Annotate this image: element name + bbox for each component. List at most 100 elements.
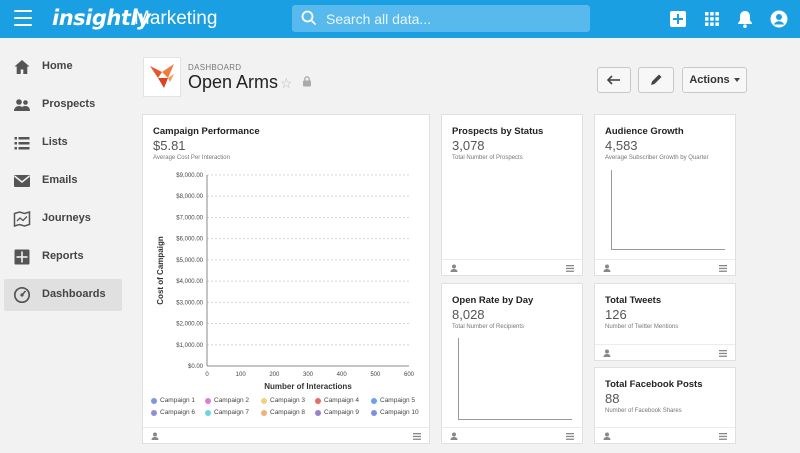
search-box <box>292 5 590 32</box>
actions-button[interactable]: Actions <box>682 67 747 93</box>
legend-dot <box>371 397 377 404</box>
card-footer <box>595 344 735 360</box>
legend-label: Campaign 1 <box>160 397 196 404</box>
back-button[interactable] <box>597 67 631 93</box>
list-icon[interactable] <box>719 350 727 357</box>
user-icon[interactable] <box>603 349 611 357</box>
sidebar-item-dashboards[interactable]: Dashboards <box>4 279 122 311</box>
sidebar-item-reports[interactable]: Reports <box>4 241 122 273</box>
card-footer <box>595 427 735 443</box>
apps-grid-icon[interactable] <box>702 9 722 29</box>
legend-dot <box>151 397 157 404</box>
add-icon[interactable] <box>668 9 688 29</box>
legend-label: Campaign 8 <box>270 409 306 416</box>
y-tick-label: $2,000.00 <box>176 322 203 328</box>
notification-bell-icon[interactable] <box>735 9 755 29</box>
x-tick-label: 300 <box>303 372 314 378</box>
list-icon[interactable] <box>566 265 574 272</box>
legend-item[interactable]: Campaign 6 <box>151 409 195 416</box>
legend-dot <box>261 397 267 404</box>
card-subtitle: Number of Facebook Shares <box>605 408 682 414</box>
card-value: 8,028 <box>452 307 485 322</box>
user-icon[interactable] <box>151 432 159 440</box>
sidebar: Home Prospects Lists Emails Journeys Rep… <box>0 38 130 453</box>
sidebar-item-home[interactable]: Home <box>4 51 122 83</box>
user-account-icon[interactable] <box>769 9 789 29</box>
legend-item[interactable]: Campaign 1 <box>151 397 195 404</box>
legend-label: Campaign 7 <box>214 409 250 416</box>
legend-item[interactable]: Campaign 10 <box>371 409 419 416</box>
map-icon <box>13 210 31 228</box>
favorite-star-icon[interactable]: ☆ <box>280 75 293 92</box>
dashboard-logo-icon <box>143 57 181 97</box>
y-tick-label: $7,000.00 <box>176 215 203 221</box>
menu-icon[interactable] <box>14 10 32 26</box>
list-icon[interactable] <box>413 433 421 440</box>
dashboard-kicker: DASHBOARD <box>188 63 242 72</box>
total-tweets-card: Total Tweets 126 Number of Twitter Menti… <box>594 283 736 361</box>
people-icon <box>14 99 30 111</box>
legend-dot <box>315 409 321 416</box>
legend-item[interactable]: Campaign 9 <box>315 409 359 416</box>
search-input[interactable] <box>326 8 576 29</box>
legend-dot <box>205 397 211 404</box>
user-icon[interactable] <box>450 432 458 440</box>
sidebar-item-lists[interactable]: Lists <box>4 127 122 159</box>
y-tick-label: $3,000.00 <box>176 300 203 306</box>
edit-button[interactable] <box>638 67 674 93</box>
legend-item[interactable]: Campaign 2 <box>205 397 249 404</box>
pencil-icon <box>651 74 662 85</box>
campaign-performance-card: Campaign Performance $5.81 Average Cost … <box>142 114 430 444</box>
list-icon <box>14 137 30 150</box>
y-tick-label: $0.00 <box>188 364 204 370</box>
email-icon <box>14 175 30 187</box>
y-tick-label: $8,000.00 <box>176 194 203 200</box>
sidebar-item-prospects[interactable]: Prospects <box>4 89 122 121</box>
sidebar-item-label: Journeys <box>42 212 91 224</box>
list-icon[interactable] <box>719 433 727 440</box>
legend-label: Campaign 6 <box>160 409 196 416</box>
legend-label: Campaign 10 <box>380 409 419 416</box>
legend-label: Campaign 5 <box>380 397 416 404</box>
x-tick-label: 600 <box>404 372 415 378</box>
legend-item[interactable]: Campaign 7 <box>205 409 249 416</box>
legend-item[interactable]: Campaign 3 <box>261 397 305 404</box>
y-tick-label: $4,000.00 <box>176 279 203 285</box>
card-value: 3,078 <box>452 138 485 153</box>
sidebar-item-journeys[interactable]: Journeys <box>4 203 122 235</box>
y-tick-label: $1,000.00 <box>176 343 203 349</box>
legend-item[interactable]: Campaign 4 <box>315 397 359 404</box>
card-subtitle: Total Number of Recipients <box>452 324 525 330</box>
audience-growth-card: Audience Growth 4,583 Average Subscriber… <box>594 114 736 276</box>
x-tick-label: 100 <box>236 372 247 378</box>
y-axis-label: Cost of Campaign <box>156 236 165 305</box>
x-tick-label: 400 <box>337 372 348 378</box>
card-value: 88 <box>605 391 620 406</box>
legend-label: Campaign 2 <box>214 397 250 404</box>
sidebar-item-emails[interactable]: Emails <box>4 165 122 197</box>
card-subtitle: Total Number of Prospects <box>452 155 523 161</box>
user-icon[interactable] <box>603 264 611 272</box>
sidebar-item-label: Lists <box>42 136 68 148</box>
x-tick-label: 0 <box>205 372 209 378</box>
legend-item[interactable]: Campaign 5 <box>371 397 415 404</box>
actions-label: Actions <box>689 74 730 86</box>
user-icon[interactable] <box>450 264 458 272</box>
legend-dot <box>151 409 157 416</box>
legend-item[interactable]: Campaign 8 <box>261 409 305 416</box>
search-icon <box>301 10 317 26</box>
card-subtitle: Number of Twitter Mentions <box>605 324 679 330</box>
audience-growth-chart <box>611 170 725 250</box>
legend-label: Campaign 3 <box>270 397 306 404</box>
legend-dot <box>261 409 267 416</box>
card-title: Total Facebook Posts <box>605 379 703 390</box>
y-tick-label: $5,000.00 <box>176 258 203 264</box>
user-icon[interactable] <box>603 432 611 440</box>
card-footer <box>442 259 582 275</box>
list-icon[interactable] <box>566 433 574 440</box>
card-footer <box>595 259 735 275</box>
legend-label: Campaign 4 <box>324 397 360 404</box>
sidebar-item-label: Emails <box>42 174 78 186</box>
list-icon[interactable] <box>719 265 727 272</box>
legend-dot <box>371 409 377 416</box>
